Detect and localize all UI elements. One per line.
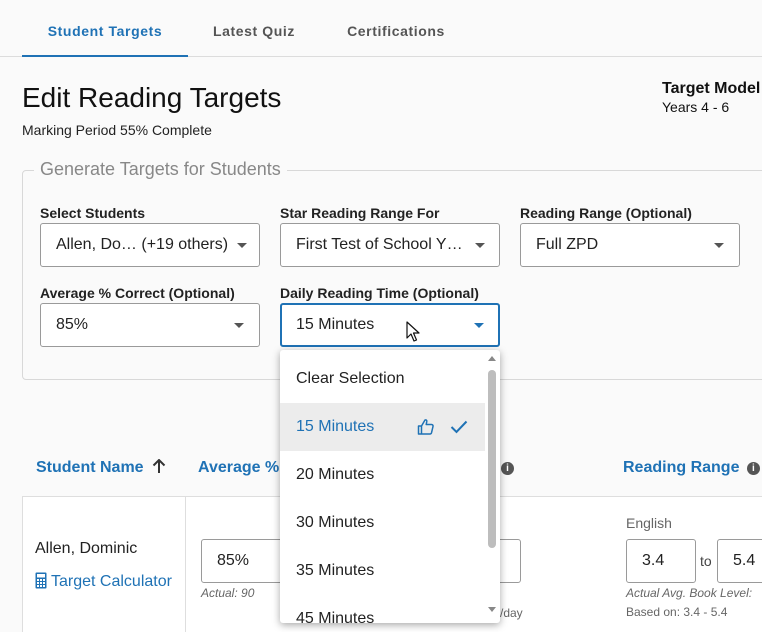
avg-correct-input[interactable]: 85% (201, 539, 291, 583)
tab-certifications[interactable]: Certifications (330, 0, 462, 57)
column-header-student-name[interactable]: Student Name (36, 458, 166, 477)
page-title: Edit Reading Targets (22, 82, 282, 113)
reading-range-value: Full ZPD (536, 236, 599, 253)
calculator-icon (35, 572, 47, 589)
daily-time-value: 15 Minutes (296, 316, 375, 333)
daily-time-label: Daily Reading Time (Optional) (280, 285, 479, 301)
tab-latest-quiz[interactable]: Latest Quiz (196, 0, 312, 57)
column-divider (185, 496, 186, 632)
select-students-dropdown[interactable]: Allen, Do… (+19 others) (40, 223, 260, 267)
reading-time-unit: /day (500, 606, 523, 620)
thumbs-up-icon (417, 419, 434, 435)
chevron-down-icon (237, 243, 247, 248)
column-header-reading-range-label: Reading Range (623, 459, 740, 476)
option-clear-selection[interactable]: Clear Selection (280, 355, 485, 403)
generate-targets-legend: Generate Targets for Students (34, 159, 287, 180)
option-30-minutes[interactable]: 30 Minutes (280, 499, 485, 547)
marking-period-status: Marking Period 55% Complete (22, 122, 212, 138)
based-on-range: Based on: 3.4 - 5.4 (626, 605, 728, 619)
range-to-label: to (700, 553, 712, 569)
avg-correct-value: 85% (56, 316, 89, 333)
select-students-value: Allen, Do… (+19 others) (56, 236, 229, 253)
avg-correct-actual: Actual: 90 (201, 586, 255, 600)
star-range-dropdown[interactable]: First Test of School Y… (280, 223, 500, 267)
range-to-input[interactable]: 5.4 (717, 539, 762, 583)
info-icon[interactable]: i (501, 462, 514, 475)
column-header-student-name-label: Student Name (36, 459, 144, 476)
star-range-value: First Test of School Y… (296, 236, 463, 253)
avg-correct-dropdown[interactable]: 85% (40, 303, 260, 347)
daily-time-dropdown[interactable]: 15 Minutes (280, 303, 500, 347)
generate-targets-panel (22, 170, 762, 380)
target-model-title: Target Model (662, 80, 761, 97)
sort-up-arrow-icon (152, 458, 166, 473)
student-name: Allen, Dominic (35, 540, 138, 557)
option-20-minutes[interactable]: 20 Minutes (280, 451, 485, 499)
target-calculator-link[interactable]: Target Calculator (35, 572, 172, 591)
target-calculator-label: Target Calculator (51, 573, 172, 590)
select-students-label: Select Students (40, 205, 146, 221)
daily-time-options-list: Clear Selection 15 Minutes 20 Minutes 30… (280, 350, 500, 623)
chevron-down-icon (474, 323, 484, 328)
tab-bar: Student Targets Latest Quiz Certificatio… (0, 0, 762, 57)
info-icon[interactable]: i (746, 462, 760, 475)
cursor-arrow-icon (406, 321, 420, 342)
scroll-up-arrow-icon[interactable] (488, 356, 496, 361)
dropdown-scrollbar[interactable] (488, 370, 496, 548)
chevron-down-icon (234, 323, 244, 328)
language-label: English (626, 515, 672, 531)
option-15-minutes-label: 15 Minutes (296, 418, 375, 435)
avg-correct-label: Average % Correct (Optional) (40, 285, 235, 301)
chevron-down-icon (475, 243, 485, 248)
star-range-label: Star Reading Range For (280, 205, 440, 221)
scroll-down-arrow-icon[interactable] (488, 607, 496, 612)
range-from-input[interactable]: 3.4 (626, 539, 696, 583)
option-15-minutes[interactable]: 15 Minutes (280, 403, 485, 451)
target-model-value: Years 4 - 6 (662, 99, 730, 115)
chevron-down-icon (714, 243, 724, 248)
option-35-minutes[interactable]: 35 Minutes (280, 547, 485, 595)
reading-range-dropdown[interactable]: Full ZPD (520, 223, 740, 267)
check-icon (450, 420, 468, 434)
reading-range-label: Reading Range (Optional) (520, 205, 692, 221)
option-45-minutes[interactable]: 45 Minutes (280, 595, 485, 623)
actual-avg-book-level: Actual Avg. Book Level: (626, 586, 753, 600)
tab-student-targets[interactable]: Student Targets (22, 0, 188, 57)
column-header-reading-range[interactable]: Reading Range i (623, 459, 760, 477)
